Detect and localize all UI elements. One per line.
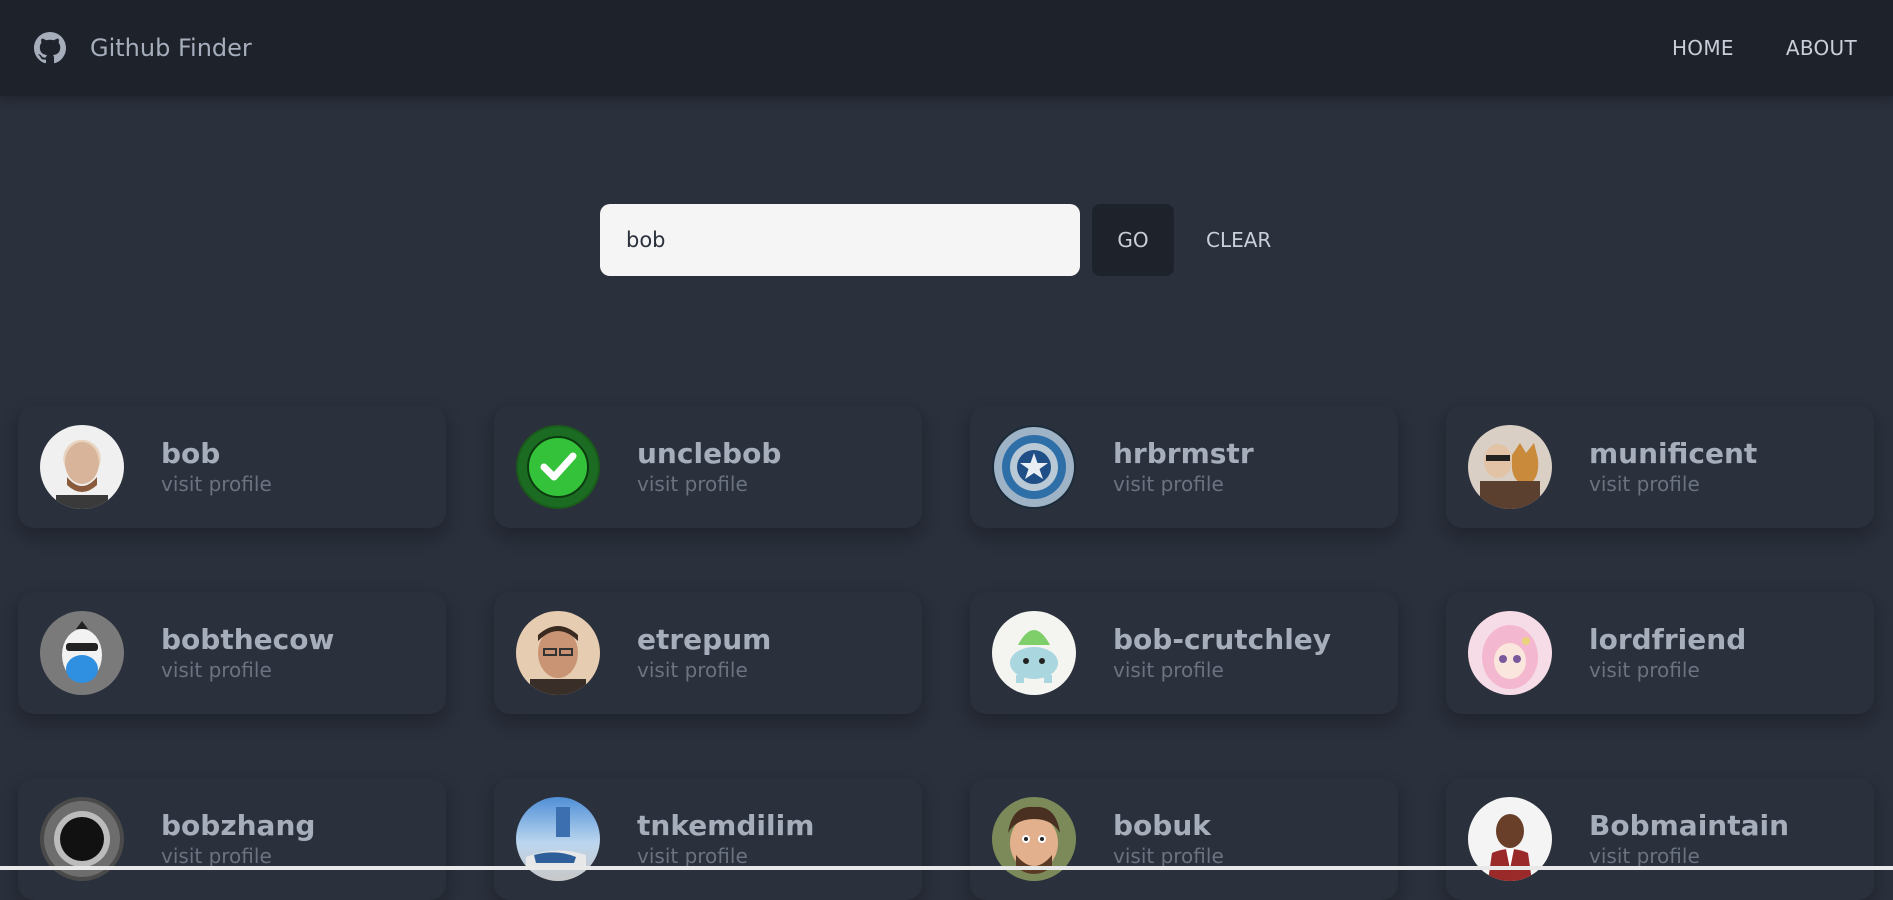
github-icon (34, 32, 66, 64)
user-card: hrbrmstr visit profile (970, 406, 1398, 528)
username: etrepum (637, 623, 771, 657)
avatar (40, 611, 124, 695)
go-button[interactable]: GO (1092, 204, 1174, 276)
user-card: bob visit profile (18, 406, 446, 528)
user-card: bobzhang visit profile (18, 778, 446, 900)
visit-profile-link[interactable]: visit profile (1589, 657, 1746, 683)
avatar (1468, 425, 1552, 509)
username: bob-crutchley (1113, 623, 1331, 657)
username: unclebob (637, 437, 781, 471)
username: hrbrmstr (1113, 437, 1254, 471)
avatar (992, 425, 1076, 509)
visit-profile-link[interactable]: visit profile (637, 657, 771, 683)
visit-profile-link[interactable]: visit profile (637, 471, 781, 497)
username: Bobmaintain (1589, 809, 1789, 843)
nav-about-link[interactable]: ABOUT (1786, 36, 1857, 60)
visit-profile-link[interactable]: visit profile (1589, 471, 1757, 497)
avatar (516, 425, 600, 509)
nav-home-link[interactable]: HOME (1672, 36, 1734, 60)
brand[interactable]: Github Finder (34, 32, 252, 64)
nav-links: HOME ABOUT (1672, 36, 1857, 60)
search-form: GO CLEAR (600, 204, 1281, 276)
user-card: munificent visit profile (1446, 406, 1874, 528)
username: bobzhang (161, 809, 315, 843)
user-card: lordfriend visit profile (1446, 592, 1874, 714)
user-card: unclebob visit profile (494, 406, 922, 528)
visit-profile-link[interactable]: visit profile (161, 471, 272, 497)
username: bob (161, 437, 272, 471)
username: tnkemdilim (637, 809, 814, 843)
app-title: Github Finder (90, 34, 252, 62)
navbar: Github Finder HOME ABOUT (0, 0, 1893, 96)
username: bobuk (1113, 809, 1224, 843)
bottom-strip (0, 866, 1893, 870)
clear-button[interactable]: CLEAR (1196, 204, 1281, 276)
username: lordfriend (1589, 623, 1746, 657)
avatar (992, 611, 1076, 695)
search-input[interactable] (600, 204, 1080, 276)
user-card: bobuk visit profile (970, 778, 1398, 900)
user-card: bob-crutchley visit profile (970, 592, 1398, 714)
user-grid: bob visit profile unclebob visit profile… (18, 406, 1874, 900)
visit-profile-link[interactable]: visit profile (161, 657, 334, 683)
user-card: etrepum visit profile (494, 592, 922, 714)
user-card: Bobmaintain visit profile (1446, 778, 1874, 900)
avatar (40, 425, 124, 509)
avatar (516, 611, 600, 695)
username: bobthecow (161, 623, 334, 657)
username: munificent (1589, 437, 1757, 471)
visit-profile-link[interactable]: visit profile (1113, 471, 1254, 497)
avatar (1468, 611, 1552, 695)
user-card: bobthecow visit profile (18, 592, 446, 714)
visit-profile-link[interactable]: visit profile (1113, 657, 1331, 683)
user-card: tnkemdilim visit profile (494, 778, 922, 900)
